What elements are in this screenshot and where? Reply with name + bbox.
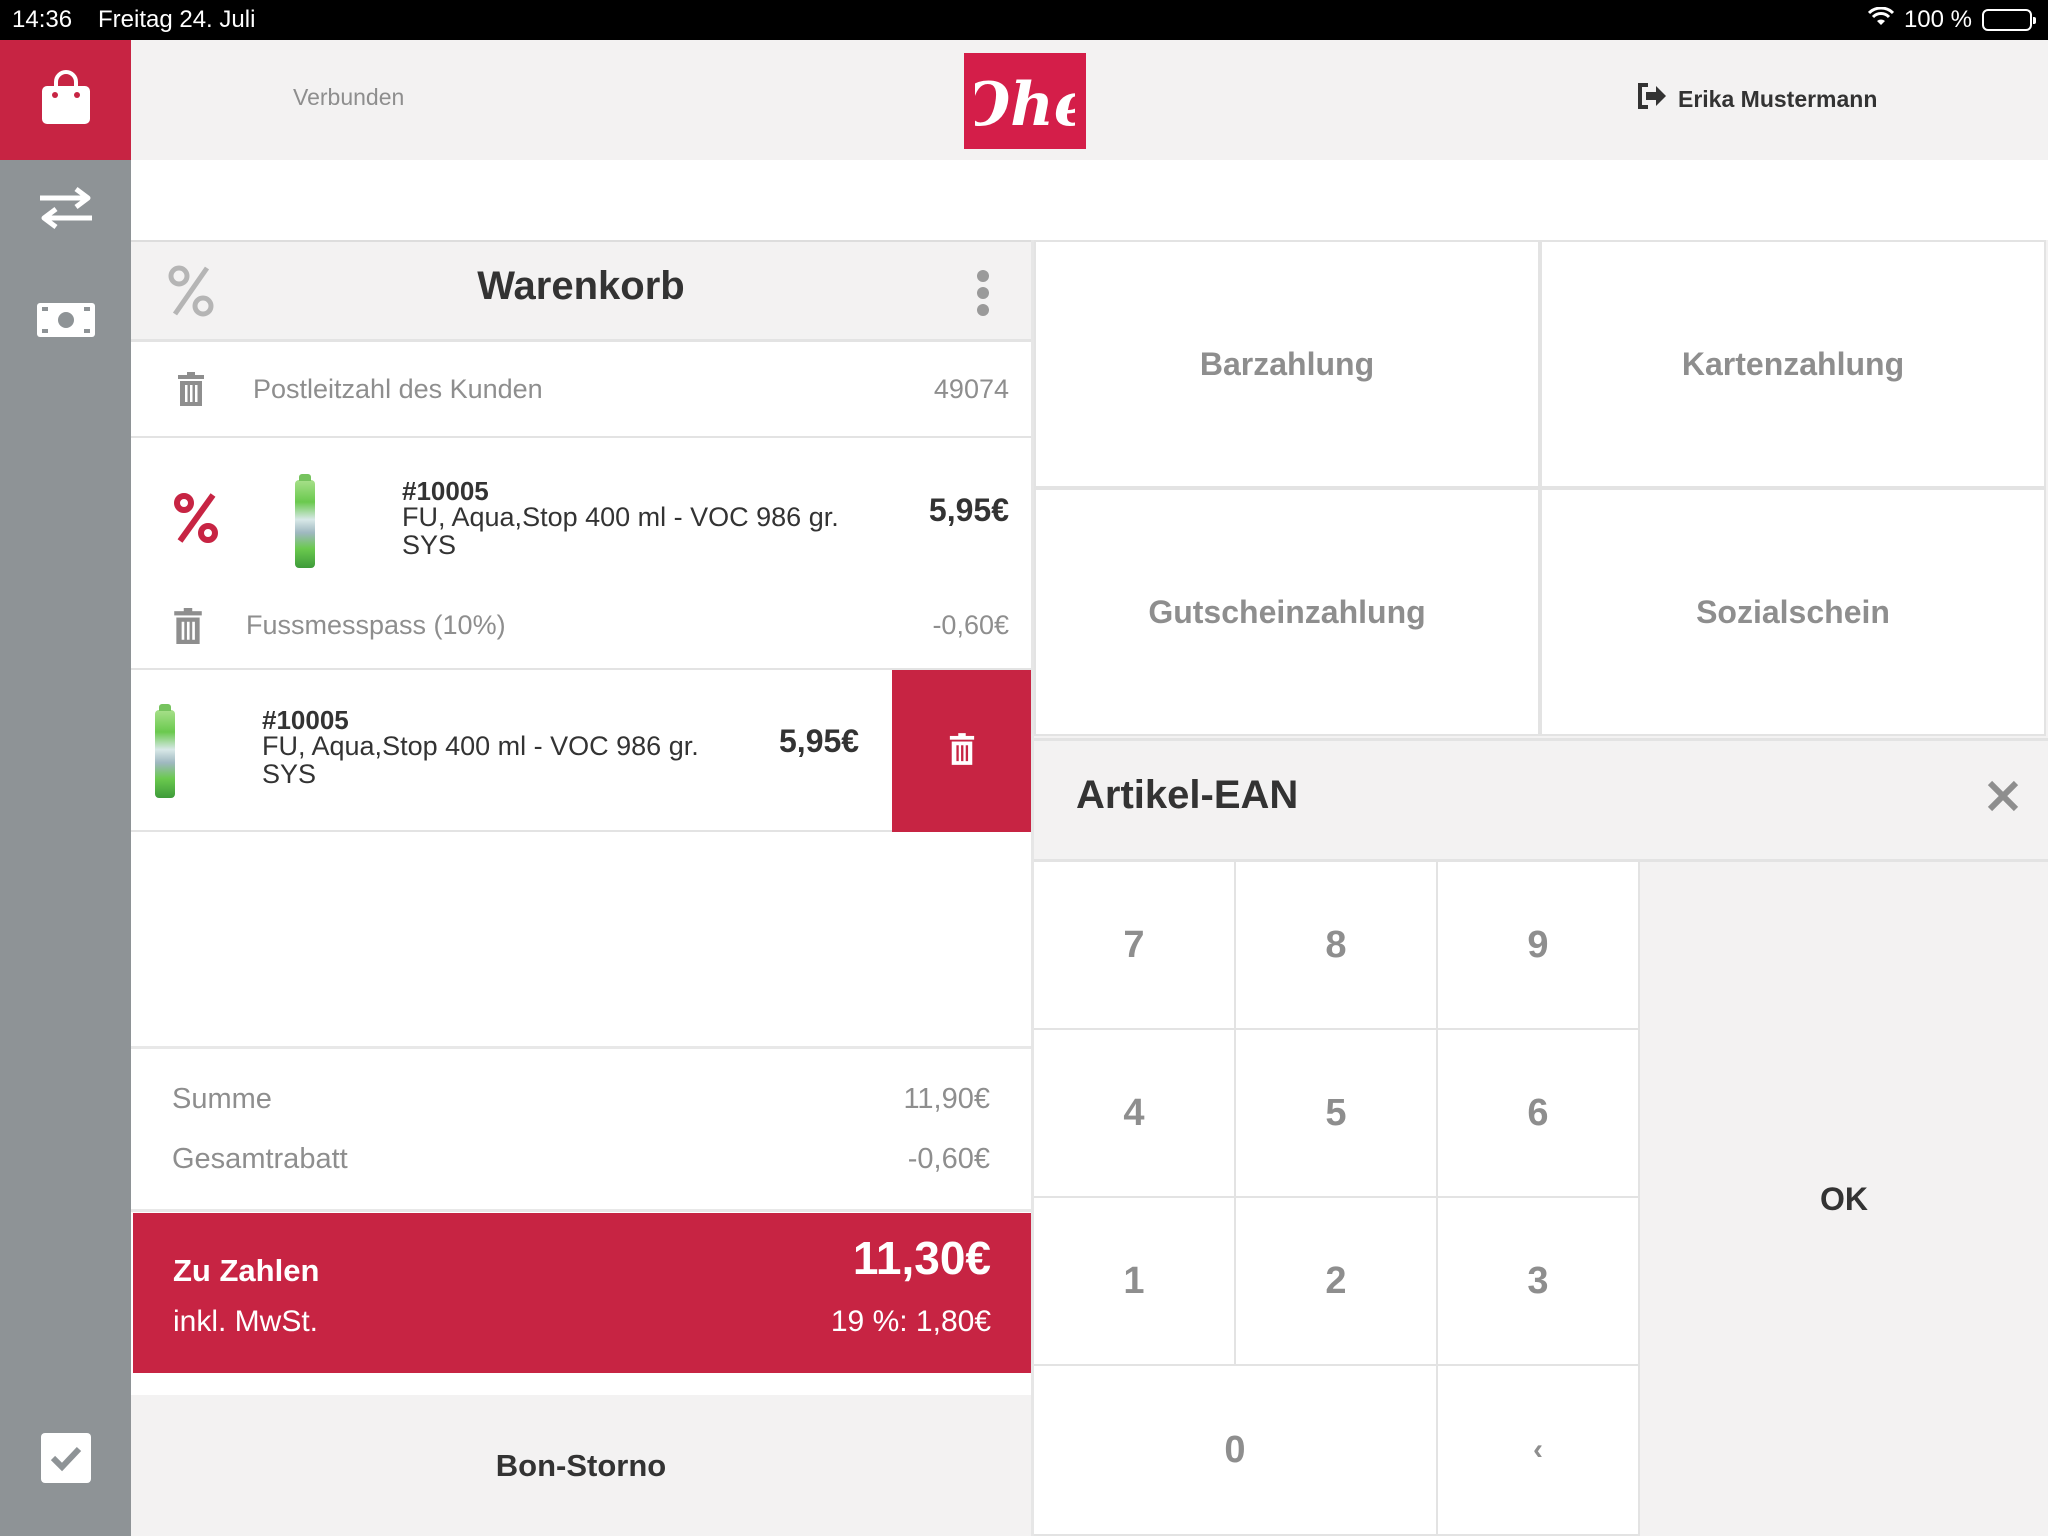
user-logout[interactable]: Erika Mustermann [1636, 82, 1877, 116]
key-2[interactable]: 2 [1236, 1198, 1438, 1366]
delete-item-button[interactable] [892, 670, 1031, 832]
key-6[interactable]: 6 [1438, 1030, 1640, 1198]
app-root: 14:36 Freitag 24. Juli 100 % Verbunden h… [0, 0, 2048, 1536]
status-right: 100 % [1867, 6, 2036, 34]
totals-box: Summe 11,90€ Gesamtrabatt -0,60€ [131, 1046, 1031, 1212]
sidebar-item-confirm[interactable] [0, 1410, 131, 1510]
trash-icon[interactable] [176, 372, 206, 411]
discount-label: Fussmesspass (10%) [246, 610, 506, 640]
header: Verbunden Ohe Erika Mustermann [131, 40, 2048, 160]
amount-due-label: Zu Zahlen [173, 1253, 320, 1288]
backspace-key[interactable]: ‹ [1438, 1366, 1640, 1536]
key-0[interactable]: 0 [1034, 1366, 1438, 1536]
brand-logo: Ohe [964, 53, 1086, 149]
user-name: Erika Mustermann [1678, 85, 1878, 112]
card-payment-button[interactable]: Kartenzahlung [1540, 240, 2046, 488]
shopping-bag-icon [40, 69, 92, 131]
sidebar-item-cash[interactable] [0, 272, 131, 372]
trash-icon[interactable] [172, 608, 204, 649]
item-price: 5,95€ [779, 723, 860, 759]
social-voucher-button[interactable]: Sozialschein [1540, 488, 2046, 736]
postal-code-value: 49074 [933, 374, 1009, 404]
status-date: Freitag 24. Juli [98, 6, 256, 33]
payment-options: Barzahlung Kartenzahlung Gutscheinzahlun… [1034, 240, 2048, 738]
sidebar-item-shop[interactable] [0, 40, 131, 160]
ean-title: Artikel-EAN [1076, 773, 1299, 817]
key-5[interactable]: 5 [1236, 1030, 1438, 1198]
key-1[interactable]: 1 [1034, 1198, 1236, 1366]
cart-item[interactable]: #10005 FU, Aqua,Stop 400 ml - VOC 986 gr… [131, 670, 1031, 832]
postal-code-label: Postleitzahl des Kunden [253, 374, 543, 404]
discount-value: -0,60€ [932, 610, 1009, 640]
svg-text:Ohe: Ohe [975, 70, 1075, 140]
cash-payment-button[interactable]: Barzahlung [1034, 240, 1540, 488]
total-discount-label: Gesamtrabatt [172, 1143, 348, 1175]
tax-value: 19 %: 1,80€ [830, 1305, 991, 1338]
wifi-icon [1867, 6, 1894, 34]
sum-value: 11,90€ [903, 1083, 990, 1115]
banknote-icon [36, 302, 96, 343]
arrows-exchange-icon [36, 186, 96, 235]
ean-header: Artikel-EAN [1034, 738, 2048, 862]
item-price: 5,95€ [928, 492, 1009, 528]
trash-icon [948, 732, 976, 770]
key-9[interactable]: 9 [1438, 862, 1640, 1030]
logout-icon [1636, 82, 1668, 116]
more-menu-icon[interactable] [977, 270, 989, 321]
sidebar [0, 40, 131, 1536]
close-icon[interactable] [1986, 779, 2020, 818]
connection-status: Verbunden [293, 84, 405, 110]
total-discount-value: -0,60€ [907, 1143, 990, 1175]
cart-header: Warenkorb [131, 240, 1031, 342]
battery-icon [1982, 9, 2036, 31]
checkbox-icon [40, 1432, 91, 1488]
status-bar: 14:36 Freitag 24. Juli 100 % [0, 0, 2048, 40]
cart-title: Warenkorb [477, 264, 685, 308]
product-image [295, 474, 315, 568]
sidebar-item-transfer[interactable] [0, 160, 131, 260]
content-spacer [131, 160, 2048, 240]
product-image [155, 704, 175, 798]
amount-due-box: Zu Zahlen 11,30€ inkl. MwSt. 19 %: 1,80€ [133, 1213, 1031, 1373]
discount-percent-icon [173, 492, 219, 549]
voucher-payment-button[interactable]: Gutscheinzahlung [1034, 488, 1540, 736]
key-4[interactable]: 4 [1034, 1030, 1236, 1198]
key-8[interactable]: 8 [1236, 862, 1438, 1030]
cart-item[interactable]: #10005 FU, Aqua,Stop 400 ml - VOC 986 gr… [131, 440, 1031, 670]
item-name: FU, Aqua,Stop 400 ml - VOC 986 gr. SYS [402, 502, 839, 560]
amount-due-value: 11,30€ [852, 1232, 991, 1284]
item-name: FU, Aqua,Stop 400 ml - VOC 986 gr. SYS [262, 731, 699, 789]
cancel-receipt-button[interactable]: Bon-Storno [131, 1395, 1031, 1536]
key-7[interactable]: 7 [1034, 862, 1236, 1030]
sum-label: Summe [172, 1083, 272, 1115]
battery-percent: 100 % [1903, 6, 1972, 33]
key-3[interactable]: 3 [1438, 1198, 1640, 1366]
status-time: 14:36 [12, 6, 73, 33]
postal-code-row: Postleitzahl des Kunden 49074 [131, 342, 1031, 438]
tax-label: inkl. MwSt. [173, 1305, 319, 1338]
numeric-keypad: 7 8 9 4 5 6 1 2 3 0 ‹ OK [1034, 862, 2048, 1536]
ok-button[interactable]: OK [1640, 862, 2048, 1536]
cart-panel: Warenkorb Postleitzahl des Kunden 49074 … [131, 240, 1031, 1536]
